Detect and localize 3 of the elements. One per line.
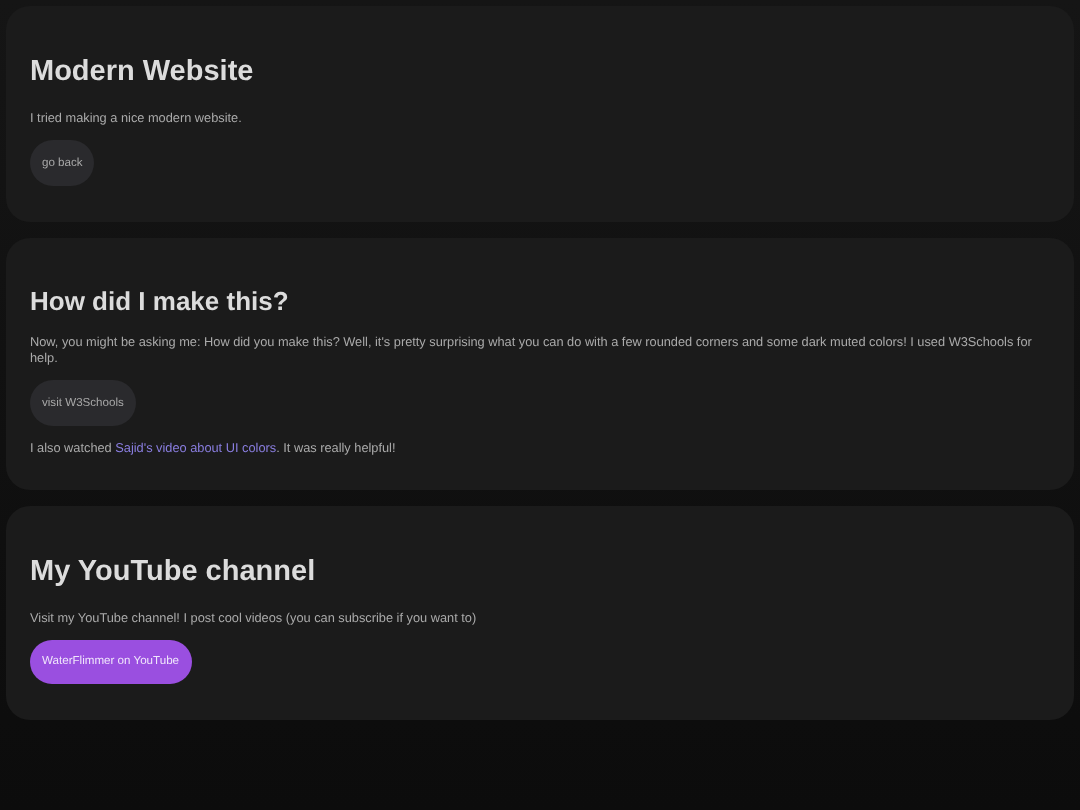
section-heading: My YouTube channel — [30, 556, 316, 588]
section-heading: Modern Website — [30, 56, 254, 88]
section-heading: How did I make this? — [30, 286, 289, 316]
